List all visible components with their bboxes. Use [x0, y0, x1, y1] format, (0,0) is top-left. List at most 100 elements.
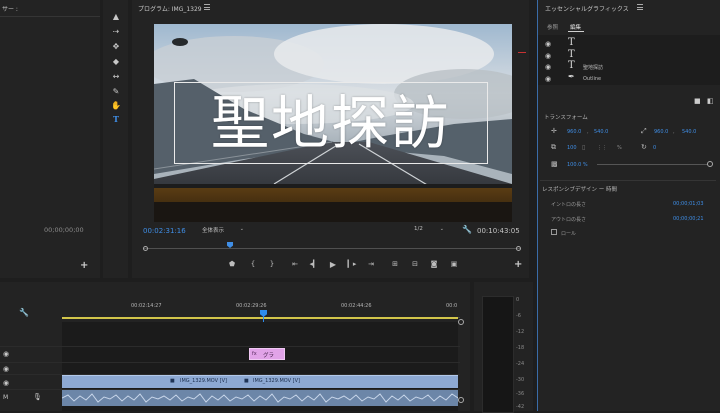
- title-overlay-text[interactable]: 聖地探訪: [174, 82, 488, 164]
- mark-in-icon[interactable]: {: [248, 260, 258, 268]
- zoom-select-value: 全体表示: [202, 228, 225, 234]
- step-back-icon[interactable]: ◂▎: [309, 260, 319, 268]
- anchor-y-value[interactable]: 540.0: [682, 129, 696, 135]
- microphone-icon[interactable]: 🎙: [33, 393, 42, 401]
- scale-value[interactable]: 100: [567, 145, 577, 151]
- ripple-edit-tool-icon[interactable]: ✥: [111, 42, 121, 51]
- audio-clip[interactable]: [62, 390, 458, 406]
- track-select-tool-icon[interactable]: ⇢: [111, 27, 121, 36]
- timeline-tick: 00:02:29:26: [236, 303, 267, 309]
- rotation-icon: ↻: [641, 143, 647, 151]
- extract-icon[interactable]: ⊟: [410, 260, 420, 268]
- resolution-select-value: 1/2: [414, 226, 423, 232]
- zoom-handle-right[interactable]: [458, 319, 464, 325]
- mark-out-icon[interactable]: }: [267, 260, 277, 268]
- video-clip-label: IMG_1329.MOV [V]: [180, 378, 227, 384]
- layer-name[interactable]: Outline: [583, 76, 601, 82]
- source-timecode: 00;00;00;00: [44, 226, 84, 234]
- wrench-icon[interactable]: 🔧: [19, 308, 29, 317]
- meter-label: -30: [516, 377, 525, 383]
- wrench-icon[interactable]: 🔧: [462, 225, 472, 234]
- razor-tool-icon[interactable]: ◆: [111, 57, 121, 66]
- program-duration-timecode: 00:10:43:05: [477, 227, 520, 235]
- source-add-button[interactable]: +: [80, 260, 88, 271]
- intro-value[interactable]: 00;00;01;03: [673, 201, 704, 207]
- layer-icon: T: [568, 37, 575, 48]
- eye-icon[interactable]: ◉: [3, 379, 9, 387]
- go-to-out-icon[interactable]: ⇥: [366, 260, 376, 268]
- meter-label: -36: [516, 391, 525, 397]
- graphic-clip-label: グラ: [263, 353, 275, 359]
- tab-edit[interactable]: 編集: [570, 23, 581, 31]
- hand-tool-icon[interactable]: ✋: [111, 101, 121, 110]
- source-panel-title: サー :: [2, 6, 18, 13]
- eye-icon[interactable]: ◉: [3, 365, 9, 373]
- camera-icon[interactable]: ◙: [429, 260, 439, 268]
- link-icon[interactable]: ▯: [582, 144, 585, 151]
- program-current-timecode[interactable]: 00:02:31:16: [143, 227, 186, 235]
- selection-tool-icon[interactable]: ▲: [111, 12, 121, 21]
- audio-waveform: [62, 393, 458, 403]
- eye-icon[interactable]: ◉: [545, 63, 551, 71]
- rotation-value[interactable]: 0: [653, 145, 656, 151]
- meter-label: -42: [516, 404, 525, 410]
- step-forward-icon[interactable]: ▎▸: [347, 260, 357, 268]
- anchor-icon: ⤢: [641, 127, 647, 135]
- pen-tool-icon[interactable]: ✎: [111, 87, 121, 96]
- eye-icon[interactable]: ◉: [3, 350, 9, 358]
- audio-meter-bar: [482, 296, 514, 413]
- tab-browse[interactable]: 参照: [547, 23, 558, 31]
- hamburger-icon[interactable]: [204, 4, 210, 10]
- video-clip-label: IMG_1329.MOV [V]: [253, 378, 300, 384]
- go-to-in-icon[interactable]: ⇤: [290, 260, 300, 268]
- meter-label: -18: [516, 345, 525, 351]
- resolution-select[interactable]: 1/2 ⌄: [410, 225, 446, 234]
- track-m-label[interactable]: M: [3, 394, 8, 401]
- graphic-clip[interactable]: fx グラ: [249, 348, 285, 360]
- video-clip[interactable]: ■ IMG_1329.MOV [V] ■ IMG_1329.MOV [V]: [62, 375, 458, 388]
- chevron-down-icon: ⌄: [439, 226, 444, 232]
- timeline-tick: 00:02:14:27: [131, 303, 162, 309]
- type-tool-icon[interactable]: T: [111, 115, 121, 124]
- lift-icon[interactable]: ⊞: [390, 260, 400, 268]
- layer-list: [538, 35, 720, 85]
- anchor-separator: ,: [673, 129, 675, 135]
- position-x-value[interactable]: 960.0: [567, 129, 581, 135]
- opacity-value[interactable]: 100.0 %: [567, 162, 588, 168]
- chevron-down-icon: ⌄: [239, 226, 244, 232]
- outro-value[interactable]: 00;00;00;21: [673, 216, 704, 222]
- outro-label: アウトロの長さ: [551, 217, 587, 223]
- position-y-value[interactable]: 540.0: [594, 129, 608, 135]
- anchor-x-value[interactable]: 960.0: [654, 129, 668, 135]
- hamburger-icon[interactable]: [637, 4, 643, 10]
- eye-icon[interactable]: ◉: [545, 75, 551, 83]
- program-add-button[interactable]: +: [514, 259, 522, 270]
- zoom-select[interactable]: 全体表示 ⌄: [198, 225, 246, 234]
- source-panel-divider: [0, 16, 100, 17]
- slip-tool-icon[interactable]: ↔: [111, 72, 121, 81]
- play-icon[interactable]: ▶: [328, 260, 338, 269]
- intro-label: イントロの長さ: [551, 202, 587, 208]
- work-area-bar[interactable]: [62, 317, 458, 319]
- folder-icon[interactable]: ◧: [707, 97, 714, 105]
- eye-icon[interactable]: ◉: [545, 40, 551, 48]
- roll-checkbox[interactable]: [551, 229, 557, 235]
- meter-label: -12: [516, 329, 525, 335]
- fx-icon: ■: [244, 378, 249, 384]
- layer-name[interactable]: 聖地探訪: [583, 64, 603, 71]
- add-marker-icon[interactable]: ⬟: [227, 260, 237, 268]
- roll-label: ロール: [561, 231, 577, 237]
- opacity-slider[interactable]: [597, 164, 710, 165]
- compare-icon[interactable]: ▣: [449, 260, 459, 268]
- timeline-scroll-handle[interactable]: [458, 397, 464, 403]
- transform-section-title: トランスフォーム: [544, 115, 588, 121]
- program-monitor-title: プログラム: IMG_1329: [138, 6, 202, 13]
- eye-icon[interactable]: ◉: [545, 52, 551, 60]
- video-frame[interactable]: 聖地探訪: [154, 24, 512, 222]
- layer-icon: T: [568, 60, 575, 71]
- new-layer-icon[interactable]: ■: [694, 97, 701, 105]
- scale-unit-dots: ⋮⋮: [597, 145, 607, 151]
- monitor-scrubber[interactable]: [143, 242, 521, 252]
- source-panel: サー : 00;00;00;00 +: [0, 0, 100, 278]
- opacity-slider-knob[interactable]: [707, 161, 713, 167]
